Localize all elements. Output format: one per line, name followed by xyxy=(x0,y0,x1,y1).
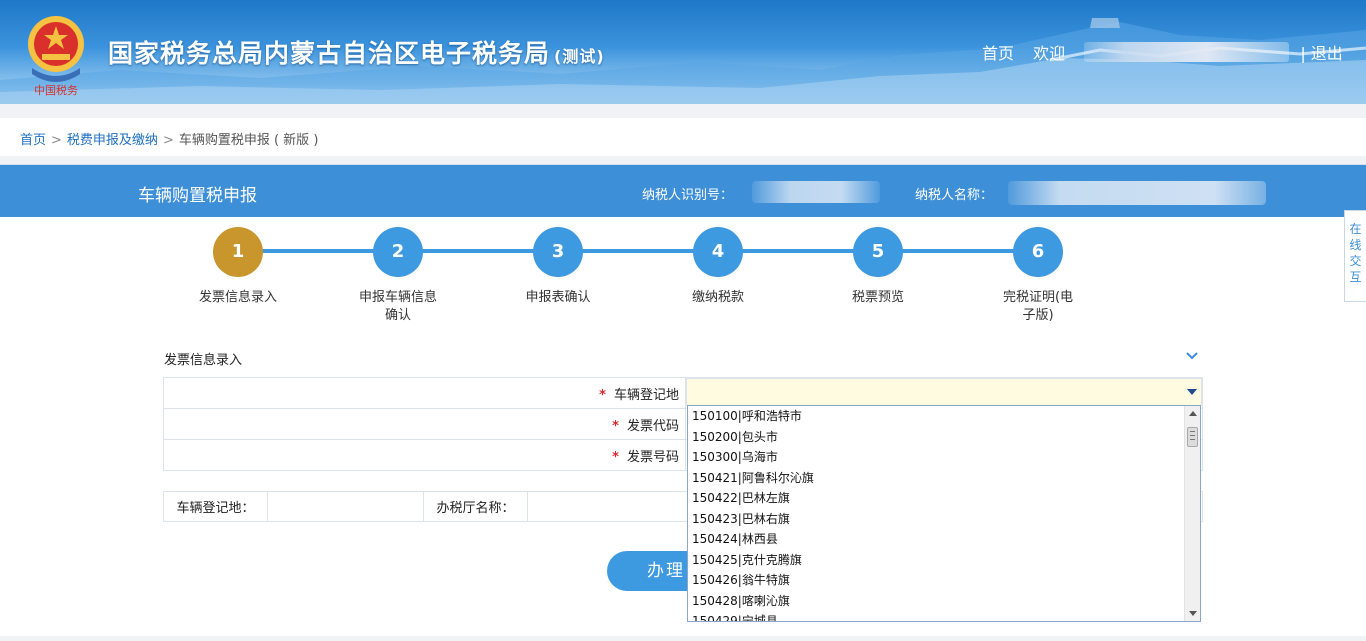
dropdown-scrollbar[interactable] xyxy=(1184,406,1200,621)
info-reg-label: 车辆登记地： xyxy=(163,491,268,522)
info-office-label: 办税厅名称： xyxy=(423,491,528,522)
breadcrumb-tax-declaration[interactable]: 税费申报及缴纳 xyxy=(67,133,158,148)
dropdown-option[interactable]: 150425|克什克腾旗 xyxy=(688,550,1200,571)
step-6: 6 完税证明(电子版) xyxy=(988,227,1088,325)
step-number: 2 xyxy=(373,227,423,277)
step-label: 申报表确认 xyxy=(525,290,591,305)
step-label: 发票信息录入 xyxy=(198,290,277,305)
svg-text:中国税务: 中国税务 xyxy=(34,83,78,97)
scroll-thumb[interactable] xyxy=(1187,427,1198,447)
breadcrumb: 首页 > 税费申报及缴纳 > 车辆购置税申报 ( 新版 ) xyxy=(0,118,1366,156)
panel-title: 车辆购置税申报 xyxy=(138,186,257,206)
dropdown-options: 150100|呼和浩特市 150200|包头市 150300|乌海市 150421|阿… xyxy=(688,406,1200,621)
redacted-username xyxy=(1084,42,1290,62)
online-interaction-label: 在线交互 xyxy=(1349,222,1362,284)
dropdown-option[interactable]: 150423|巴林右旗 xyxy=(688,509,1200,530)
step-3: 3 申报表确认 xyxy=(508,227,608,307)
step-label: 税票预览 xyxy=(851,290,904,305)
taxpayer-id-label: 纳税人识别号： xyxy=(642,188,734,203)
dropdown-option[interactable]: 150429|宁城县 xyxy=(688,611,1200,621)
step-label: 完税证明(电子版) xyxy=(1002,290,1074,323)
dropdown-option[interactable]: 150300|乌海市 xyxy=(688,447,1200,468)
dropdown-option[interactable]: 150421|阿鲁科尔沁旗 xyxy=(688,468,1200,489)
breadcrumb-current: 车辆购置税申报 ( 新版 ) xyxy=(178,133,319,148)
online-interaction-tab[interactable]: 在线交互 xyxy=(1344,210,1366,302)
breadcrumb-home[interactable]: 首页 xyxy=(20,133,46,148)
tax-emblem-icon: 中国税务 xyxy=(28,16,84,97)
welcome-text: 欢迎 xyxy=(1033,44,1066,63)
vehicle-reg-label: * 车辆登记地 xyxy=(163,377,686,409)
step-1: 1 发票信息录入 xyxy=(188,227,288,307)
vehicle-reg-dropdown[interactable]: 150100|呼和浩特市 150200|包头市 150300|乌海市 150421|阿… xyxy=(687,405,1201,622)
dropdown-option[interactable]: 150422|巴林左旗 xyxy=(688,488,1200,509)
chevron-down-icon[interactable] xyxy=(1184,348,1200,364)
step-2: 2 申报车辆信息确认 xyxy=(348,227,448,325)
vehicle-reg-select[interactable] xyxy=(686,378,1202,406)
invoice-code-label: * 发票代码 xyxy=(163,408,686,440)
redacted-taxpayer-name xyxy=(1008,181,1266,205)
logout-link[interactable]: | 退出 xyxy=(1300,44,1342,63)
invoice-number-label: * 发票号码 xyxy=(163,439,686,471)
scroll-up-icon[interactable] xyxy=(1189,411,1197,416)
step-label: 缴纳税款 xyxy=(691,290,744,305)
redacted-taxpayer-id xyxy=(752,181,880,203)
dropdown-option[interactable]: 150428|喀喇沁旗 xyxy=(688,591,1200,612)
dropdown-option[interactable]: 150200|包头市 xyxy=(688,427,1200,448)
step-number: 3 xyxy=(533,227,583,277)
step-number: 6 xyxy=(1013,227,1063,277)
taxpayer-name-label: 纳税人名称： xyxy=(915,188,994,203)
step-number: 1 xyxy=(213,227,263,277)
site-title: 国家税务总局内蒙古自治区电子税务局 (测试) xyxy=(108,39,605,68)
header-nav: 首页 欢迎 | 退出 xyxy=(982,40,1343,64)
step-5: 5 税票预览 xyxy=(828,227,928,307)
step-4: 4 缴纳税款 xyxy=(668,227,768,307)
dropdown-option[interactable]: 150100|呼和浩特市 xyxy=(688,406,1200,427)
home-link[interactable]: 首页 xyxy=(982,44,1014,63)
panel-header: 车辆购置税申报 纳税人识别号： 纳税人名称： xyxy=(0,165,1366,217)
step-label: 申报车辆信息确认 xyxy=(358,290,437,323)
site-header: 中国税务 国家税务总局内蒙古自治区电子税务局 (测试) 首页 欢迎 | 退出 xyxy=(0,0,1366,104)
info-reg-value xyxy=(267,491,424,522)
step-number: 4 xyxy=(693,227,743,277)
section-title: 发票信息录入 xyxy=(164,353,243,368)
step-number: 5 xyxy=(853,227,903,277)
dropdown-option[interactable]: 150424|林西县 xyxy=(688,529,1200,550)
scroll-down-icon[interactable] xyxy=(1189,611,1197,616)
dropdown-arrow-icon[interactable] xyxy=(1187,389,1197,395)
dropdown-option[interactable]: 150426|翁牛特旗 xyxy=(688,570,1200,591)
